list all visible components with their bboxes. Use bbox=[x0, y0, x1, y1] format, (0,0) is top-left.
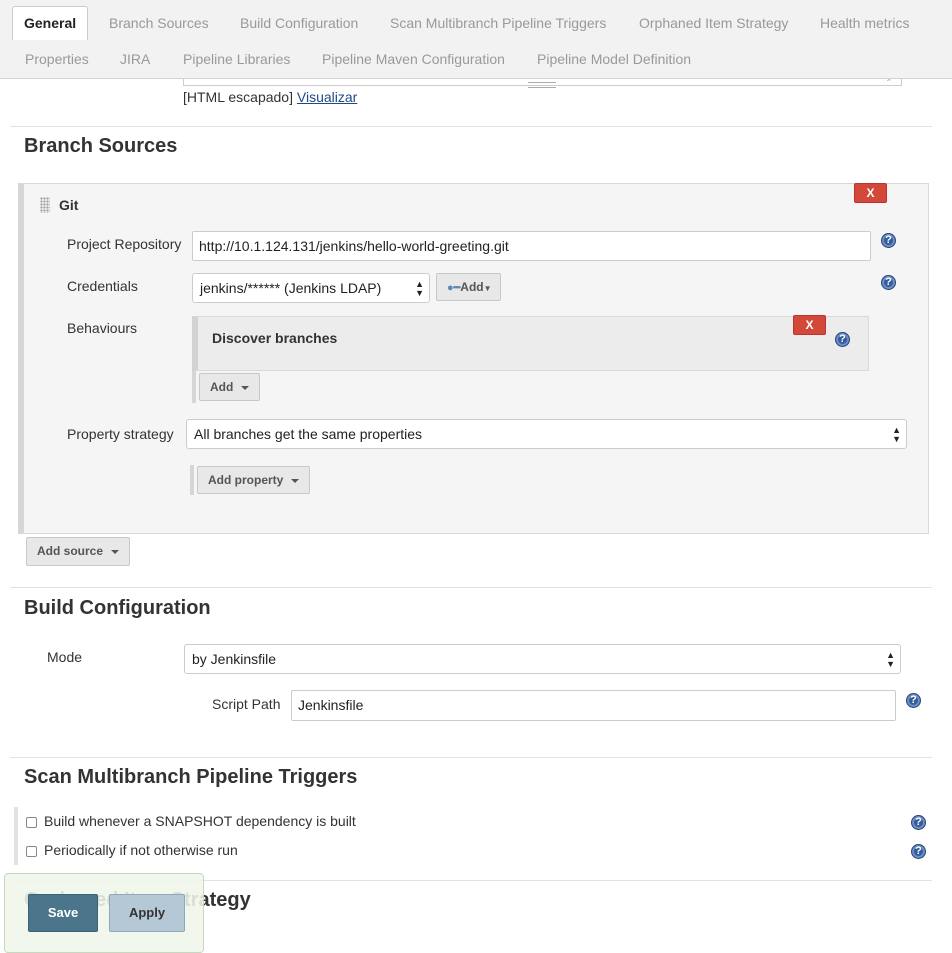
add-credentials-button[interactable]: ●━Add▼ bbox=[436, 273, 501, 301]
tab-orphaned-item-strategy[interactable]: Orphaned Item Strategy bbox=[629, 8, 798, 38]
section-divider bbox=[10, 126, 932, 127]
add-source-button[interactable]: Add source bbox=[26, 537, 131, 566]
property-list-bar bbox=[190, 465, 194, 495]
branch-sources-title: Branch Sources bbox=[24, 135, 178, 157]
behaviour-list-bar bbox=[192, 371, 196, 403]
add-credentials-label: Add bbox=[460, 280, 484, 294]
delete-behaviour-button[interactable]: X bbox=[793, 315, 826, 335]
tab-general[interactable]: General bbox=[12, 6, 89, 40]
behaviours-label: Behaviours bbox=[67, 320, 138, 336]
html-escaped-note: [HTML escapado] Visualizar bbox=[183, 89, 357, 105]
snapshot-dependency-checkbox[interactable] bbox=[26, 817, 37, 828]
tab-build-configuration[interactable]: Build Configuration bbox=[230, 8, 368, 38]
dropdown-arrow-icon: ▼ bbox=[483, 284, 492, 293]
credentials-selected-value: jenkins/****** (Jenkins LDAP) bbox=[200, 280, 382, 296]
select-arrows-icon: ▲ ▼ bbox=[886, 650, 895, 669]
tab-scan-triggers[interactable]: Scan Multibranch Pipeline Triggers bbox=[380, 8, 616, 38]
mode-label: Mode bbox=[47, 649, 83, 665]
build-configuration-title: Build Configuration bbox=[24, 597, 211, 619]
config-tab-bar: General Branch Sources Build Configurati… bbox=[0, 0, 952, 79]
property-strategy-select[interactable]: All branches get the same properties ▲ ▼ bbox=[186, 419, 907, 449]
add-behaviour-button[interactable]: Add bbox=[199, 373, 261, 401]
key-icon: ●━ bbox=[447, 282, 461, 294]
apply-button[interactable]: Apply bbox=[109, 894, 185, 932]
caret-down-icon bbox=[111, 549, 120, 554]
html-escaped-label: [HTML escapado] bbox=[183, 89, 293, 105]
save-button[interactable]: Save bbox=[28, 894, 98, 932]
periodic-run-checkbox[interactable] bbox=[26, 846, 37, 857]
help-icon[interactable]: ? bbox=[911, 815, 926, 830]
periodic-run-label: Periodically if not otherwise run bbox=[44, 842, 238, 858]
tab-pipeline-libraries[interactable]: Pipeline Libraries bbox=[173, 44, 300, 74]
select-arrows-icon: ▲ ▼ bbox=[415, 279, 424, 298]
credentials-label: Credentials bbox=[67, 278, 138, 294]
tab-branch-sources[interactable]: Branch Sources bbox=[99, 8, 219, 38]
scan-triggers-title: Scan Multibranch Pipeline Triggers bbox=[24, 766, 358, 788]
add-property-button[interactable]: Add property bbox=[197, 466, 311, 494]
property-strategy-label: Property strategy bbox=[67, 426, 174, 442]
help-icon[interactable]: ? bbox=[906, 693, 921, 708]
preview-link[interactable]: Visualizar bbox=[297, 89, 357, 105]
section-divider bbox=[10, 757, 932, 758]
tab-properties[interactable]: Properties bbox=[15, 44, 99, 74]
triggers-list-bar bbox=[14, 807, 18, 865]
snapshot-dependency-label: Build whenever a SNAPSHOT dependency is … bbox=[44, 813, 356, 829]
caret-down-icon bbox=[291, 478, 300, 483]
tab-health-metrics[interactable]: Health metrics bbox=[810, 8, 919, 38]
select-arrows-icon: ▲ ▼ bbox=[892, 425, 901, 444]
help-icon[interactable]: ? bbox=[881, 233, 896, 248]
project-repository-input[interactable]: http://10.1.124.131/jenkins/hello-world-… bbox=[192, 231, 871, 261]
add-source-label: Add source bbox=[37, 544, 104, 558]
script-path-label: Script Path bbox=[212, 696, 281, 712]
section-divider bbox=[10, 587, 932, 588]
textarea-grip-handle[interactable] bbox=[528, 82, 556, 88]
help-icon[interactable]: ? bbox=[835, 332, 850, 347]
script-path-input[interactable]: Jenkinsfile bbox=[291, 690, 896, 721]
project-repository-label: Project Repository bbox=[67, 236, 182, 252]
help-icon[interactable]: ? bbox=[881, 275, 896, 290]
help-icon[interactable]: ? bbox=[911, 844, 926, 859]
add-behaviour-label: Add bbox=[210, 380, 234, 394]
delete-git-source-button[interactable]: X bbox=[854, 183, 887, 203]
mode-select[interactable]: by Jenkinsfile ▲ ▼ bbox=[184, 644, 901, 674]
property-strategy-selected-value: All branches get the same properties bbox=[194, 426, 423, 442]
tab-pipeline-maven-configuration[interactable]: Pipeline Maven Configuration bbox=[312, 44, 515, 74]
git-source-title: Git bbox=[59, 197, 79, 213]
tab-jira[interactable]: JIRA bbox=[110, 44, 160, 74]
credentials-select[interactable]: jenkins/****** (Jenkins LDAP) ▲ ▼ bbox=[192, 273, 430, 303]
add-property-label: Add property bbox=[208, 473, 284, 487]
tab-pipeline-model-definition[interactable]: Pipeline Model Definition bbox=[527, 44, 701, 74]
behaviour-title: Discover branches bbox=[212, 330, 338, 346]
caret-down-icon bbox=[241, 385, 250, 390]
drag-handle-icon[interactable] bbox=[40, 197, 50, 213]
mode-selected-value: by Jenkinsfile bbox=[192, 651, 277, 667]
